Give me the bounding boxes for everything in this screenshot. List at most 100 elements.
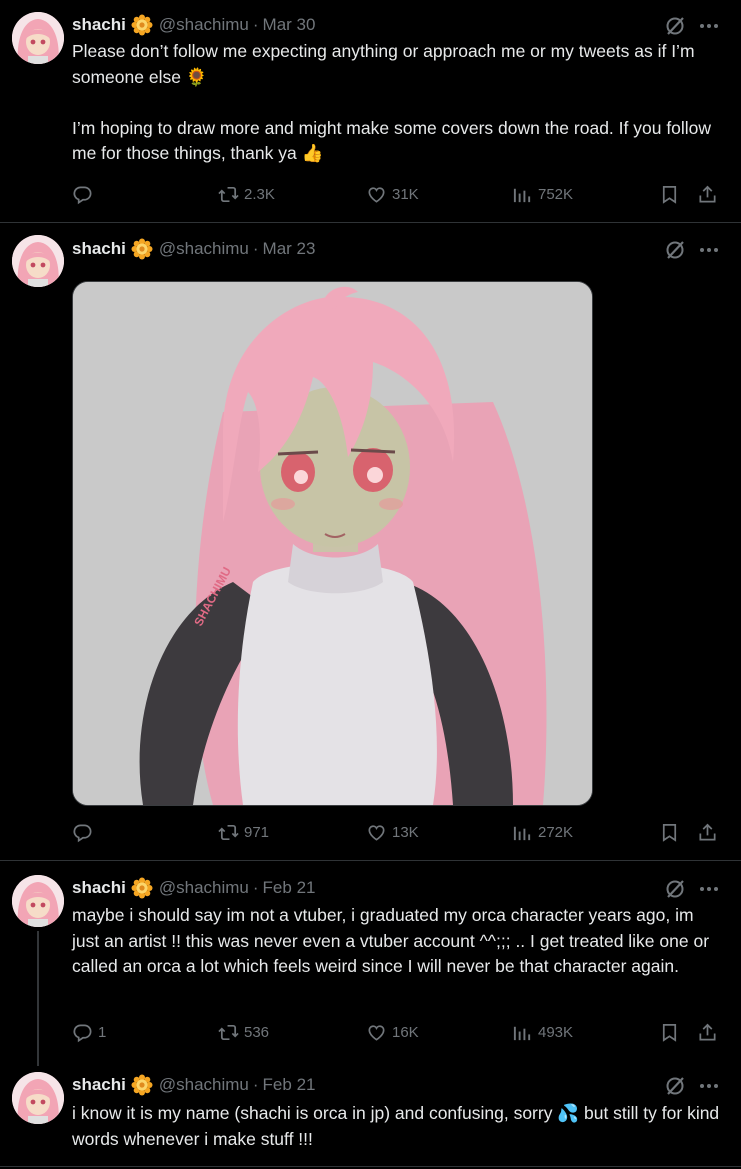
- handle[interactable]: @shachimu: [159, 1075, 249, 1095]
- tweet-text: Please don’t follow me expecting anythin…: [72, 41, 712, 163]
- handle[interactable]: @shachimu: [159, 878, 249, 898]
- separator-dot: ·: [252, 15, 259, 34]
- views-button[interactable]: 493K: [512, 1019, 573, 1045]
- timestamp[interactable]: Feb 21: [263, 1075, 316, 1095]
- like-button[interactable]: 31K: [366, 181, 419, 207]
- like-icon: [366, 1022, 387, 1043]
- like-count: 13K: [392, 823, 419, 841]
- separator-dot: ·: [252, 239, 259, 258]
- grok-icon[interactable]: [664, 1075, 686, 1097]
- timestamp[interactable]: Feb 21: [263, 878, 316, 898]
- flower-badge-icon: [131, 1074, 153, 1096]
- like-count: 31K: [392, 185, 419, 203]
- bookmark-button[interactable]: [659, 181, 685, 207]
- action-bar: 1 536 16K 493K: [72, 1019, 722, 1045]
- action-bar: 971 13K 272K: [72, 819, 722, 845]
- reply-icon: [72, 1022, 93, 1043]
- separator-dot: ·: [252, 878, 259, 897]
- grok-icon[interactable]: [664, 239, 686, 261]
- display-name[interactable]: shachi: [72, 878, 126, 898]
- tweet-header: shachi @shachimu · Feb 21: [72, 876, 315, 900]
- retweet-count: 971: [244, 823, 270, 841]
- retweet-count: 536: [244, 1023, 270, 1041]
- retweet-button[interactable]: 536: [218, 1019, 269, 1045]
- retweet-icon: [218, 184, 239, 205]
- tweet-2[interactable]: shachi @shachimu · Mar 23 SHACHIMU 971 1…: [0, 223, 741, 860]
- share-icon: [697, 184, 718, 205]
- reply-button[interactable]: [72, 819, 98, 845]
- bookmark-icon: [659, 184, 680, 205]
- reply-icon: [72, 184, 93, 205]
- retweet-count: 2.3K: [244, 185, 275, 203]
- artwork-image[interactable]: SHACHIMU: [72, 281, 593, 806]
- avatar-image: [12, 12, 64, 64]
- more-icon[interactable]: [697, 878, 721, 900]
- display-name[interactable]: shachi: [72, 1075, 126, 1095]
- like-button[interactable]: 16K: [366, 1019, 419, 1045]
- views-icon: [512, 184, 533, 205]
- retweet-icon: [218, 822, 239, 843]
- reply-count: 1: [98, 1023, 107, 1041]
- anime-girl-illustration: SHACHIMU: [73, 282, 592, 805]
- views-button[interactable]: 752K: [512, 181, 573, 207]
- avatar[interactable]: [12, 1072, 64, 1124]
- avatar-image: [12, 875, 64, 927]
- more-icon[interactable]: [697, 1075, 721, 1097]
- bookmark-icon: [659, 1022, 680, 1043]
- views-icon: [512, 1022, 533, 1043]
- view-count: 493K: [538, 1023, 574, 1041]
- tweet-header: shachi @shachimu · Mar 30: [72, 13, 315, 37]
- separator-dot: ·: [252, 1075, 259, 1094]
- flower-badge-icon: [131, 238, 153, 260]
- avatar[interactable]: [12, 235, 64, 287]
- avatar-image: [12, 1072, 64, 1124]
- avatar[interactable]: [12, 875, 64, 927]
- display-name[interactable]: shachi: [72, 15, 126, 35]
- views-button[interactable]: 272K: [512, 819, 573, 845]
- bookmark-button[interactable]: [659, 1019, 685, 1045]
- tweet-4[interactable]: shachi @shachimu · Feb 21 i know it is m…: [0, 1066, 741, 1169]
- more-icon[interactable]: [697, 15, 721, 37]
- thread-connector-line: [37, 931, 39, 1066]
- flower-badge-icon: [131, 14, 153, 36]
- display-name[interactable]: shachi: [72, 239, 126, 259]
- share-button[interactable]: [697, 1019, 723, 1045]
- reply-button[interactable]: 1: [72, 1019, 106, 1045]
- view-count: 752K: [538, 185, 574, 203]
- share-icon: [697, 822, 718, 843]
- share-icon: [697, 1022, 718, 1043]
- like-icon: [366, 822, 387, 843]
- like-button[interactable]: 13K: [366, 819, 419, 845]
- retweet-icon: [218, 1022, 239, 1043]
- tweet-1[interactable]: shachi @shachimu · Mar 30 Please don’t f…: [0, 0, 741, 222]
- flower-badge-icon: [131, 877, 153, 899]
- handle[interactable]: @shachimu: [159, 15, 249, 35]
- bookmark-button[interactable]: [659, 819, 685, 845]
- share-button[interactable]: [697, 181, 723, 207]
- tweet-header: shachi @shachimu · Feb 21: [72, 1073, 315, 1097]
- retweet-button[interactable]: 2.3K: [218, 181, 275, 207]
- views-icon: [512, 822, 533, 843]
- retweet-button[interactable]: 971: [218, 819, 269, 845]
- avatar-image: [12, 235, 64, 287]
- grok-icon[interactable]: [664, 878, 686, 900]
- action-bar: 2.3K 31K 752K: [72, 181, 722, 207]
- reply-button[interactable]: [72, 181, 98, 207]
- avatar[interactable]: [12, 12, 64, 64]
- grok-icon[interactable]: [664, 15, 686, 37]
- tweet-3[interactable]: shachi @shachimu · Feb 21 maybe i should…: [0, 861, 741, 1066]
- more-icon[interactable]: [697, 239, 721, 261]
- timestamp[interactable]: Mar 30: [263, 15, 316, 35]
- reply-icon: [72, 822, 93, 843]
- share-button[interactable]: [697, 819, 723, 845]
- tweet-text: maybe i should say im not a vtuber, i gr…: [72, 905, 714, 976]
- like-icon: [366, 184, 387, 205]
- view-count: 272K: [538, 823, 574, 841]
- divider: [0, 1166, 741, 1167]
- timestamp[interactable]: Mar 23: [263, 239, 316, 259]
- tweet-header: shachi @shachimu · Mar 23: [72, 237, 315, 261]
- bookmark-icon: [659, 822, 680, 843]
- like-count: 16K: [392, 1023, 419, 1041]
- tweet-text: i know it is my name (shachi is orca in …: [72, 1103, 725, 1149]
- handle[interactable]: @shachimu: [159, 239, 249, 259]
